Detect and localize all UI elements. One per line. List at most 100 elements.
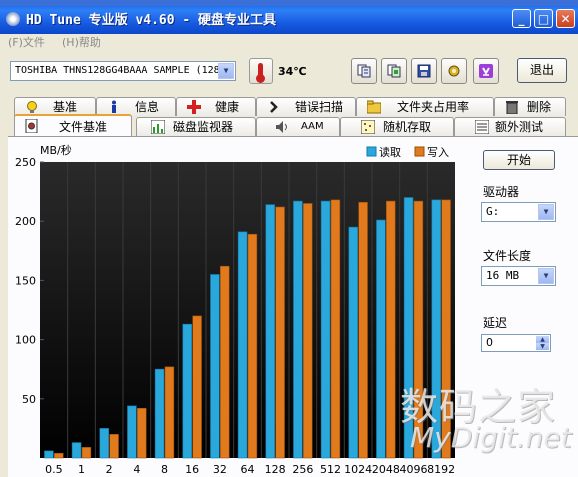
- x-tick-label: 128: [265, 463, 286, 476]
- delay-label: 延迟: [483, 316, 508, 330]
- legend-write-swatch: [414, 146, 425, 157]
- x-tick-label: 4096: [400, 463, 428, 476]
- x-tick-label: 16: [185, 463, 199, 476]
- read-bar: [348, 226, 358, 459]
- chevron-down-icon[interactable]: ▼: [218, 63, 234, 79]
- tab-disk-monitor[interactable]: 磁盘监视器: [136, 117, 256, 136]
- y-tick-label: 150: [15, 274, 36, 287]
- drive-select-value: TOSHIBA THNS128GG4BAAA SAMPLE (128: [15, 65, 220, 76]
- read-bar: [320, 200, 331, 459]
- tab-health[interactable]: 健康: [176, 97, 256, 116]
- spin-up-icon[interactable]: ▲: [536, 336, 549, 343]
- y-tick-label: 50: [22, 393, 36, 406]
- write-bar: [109, 434, 119, 459]
- save-button[interactable]: [411, 58, 437, 84]
- scan-icon: [270, 101, 278, 113]
- file-length-select[interactable]: 16 MB ▼: [481, 266, 556, 286]
- read-bar: [127, 405, 137, 459]
- write-bar: [247, 233, 258, 459]
- write-bar: [386, 200, 396, 459]
- copy-text-button[interactable]: [351, 58, 377, 84]
- tab-label: 删除: [527, 100, 552, 114]
- write-bar: [358, 201, 368, 459]
- tab-label: 文件基准: [59, 120, 108, 134]
- copy-screen-icon: [387, 64, 401, 78]
- file-length-value: 16 MB: [486, 269, 520, 282]
- y-tick-label: 200: [15, 215, 36, 228]
- file-benchmark-icon: [25, 119, 38, 133]
- x-tick-label: 512: [320, 463, 341, 476]
- drive-letter-value: G:: [486, 205, 500, 218]
- write-bar: [192, 315, 202, 459]
- write-bar: [275, 206, 285, 459]
- legend-read-swatch: [366, 146, 377, 157]
- info-icon: [112, 100, 116, 113]
- read-bar: [293, 200, 303, 459]
- y-axis-label: MB/秒: [40, 143, 72, 157]
- x-tick-label: 8: [161, 463, 168, 476]
- x-tick-label: 8192: [427, 463, 455, 476]
- title-bar: HD Tune 专业版 v4.60 - 硬盘专业工具 _ □ ✕: [0, 0, 578, 34]
- chevron-down-icon[interactable]: ▼: [538, 204, 554, 220]
- y-tick-label: 100: [15, 334, 36, 347]
- read-bar: [237, 231, 248, 459]
- tab-random-access[interactable]: 随机存取: [340, 117, 454, 136]
- options-icon: [448, 65, 460, 77]
- delay-spinner[interactable]: 0 ▲ ▼: [481, 334, 551, 352]
- spin-down-icon[interactable]: ▼: [536, 343, 549, 350]
- x-tick-label: 32: [213, 463, 227, 476]
- menu-bar: (F)文件 (H)帮助: [0, 34, 578, 50]
- exit-button[interactable]: 退出: [517, 58, 567, 83]
- menu-file[interactable]: (F)文件: [8, 34, 45, 50]
- tab-label: 随机存取: [383, 120, 432, 134]
- write-bar: [330, 199, 341, 459]
- read-bar: [265, 204, 275, 459]
- read-bar: [376, 219, 386, 459]
- maximize-button[interactable]: □: [534, 9, 553, 28]
- menu-help[interactable]: (H)帮助: [62, 34, 101, 50]
- thermometer-icon: [249, 58, 273, 84]
- window-title: HD Tune 专业版 v4.60 - 硬盘专业工具: [26, 13, 277, 28]
- legend-read-label: 读取: [379, 145, 401, 159]
- tab-erase[interactable]: 删除: [494, 97, 566, 116]
- read-bar: [182, 323, 192, 459]
- copy-screen-button[interactable]: [381, 58, 407, 84]
- watermark: 数码之家 MyDigit.net: [400, 376, 576, 454]
- drive-letter-select[interactable]: G: ▼: [481, 202, 556, 222]
- bulb-icon: [27, 101, 37, 113]
- x-tick-label: 64: [241, 463, 255, 476]
- app-disk-icon: [6, 12, 20, 26]
- file-length-label: 文件长度: [483, 249, 532, 263]
- tab-label: 文件夹占用率: [397, 100, 470, 114]
- tab-label: 错误扫描: [295, 100, 344, 114]
- tab-error-scan[interactable]: 错误扫描: [256, 97, 356, 116]
- write-bar: [164, 366, 175, 459]
- folder-icon: [367, 100, 381, 114]
- legend-write-label: 写入: [427, 146, 449, 159]
- download-icon: [479, 64, 493, 78]
- x-tick-label: 1024: [344, 463, 372, 476]
- x-tick-label: 4: [133, 463, 140, 476]
- options-button[interactable]: [441, 58, 467, 84]
- title-bar-top-strip: [0, 0, 578, 6]
- close-button[interactable]: ✕: [556, 9, 575, 28]
- tab-extra-tests[interactable]: 额外测试: [454, 117, 566, 136]
- x-tick-label: 0.5: [45, 463, 63, 476]
- tab-label: AAM: [301, 121, 324, 132]
- chevron-down-icon[interactable]: ▼: [538, 268, 554, 284]
- read-bar: [44, 450, 54, 459]
- delay-value: 0: [486, 336, 493, 349]
- read-bar: [210, 274, 220, 459]
- start-button[interactable]: 开始: [483, 150, 555, 170]
- watermark-english: MyDigit.net: [410, 421, 572, 454]
- read-bar: [99, 428, 109, 459]
- read-bar: [71, 442, 82, 459]
- x-tick-label: 2048: [372, 463, 400, 476]
- download-button[interactable]: [473, 58, 499, 84]
- tab-file-benchmark[interactable]: 文件基准: [14, 114, 132, 136]
- drive-select[interactable]: TOSHIBA THNS128GG4BAAA SAMPLE (128 ▼: [10, 61, 236, 81]
- minimize-button[interactable]: _: [512, 9, 531, 28]
- tab-folder-usage[interactable]: 文件夹占用率: [356, 97, 494, 116]
- tab-aam[interactable]: AAM: [256, 117, 340, 136]
- temperature-readout: 34℃: [278, 65, 307, 78]
